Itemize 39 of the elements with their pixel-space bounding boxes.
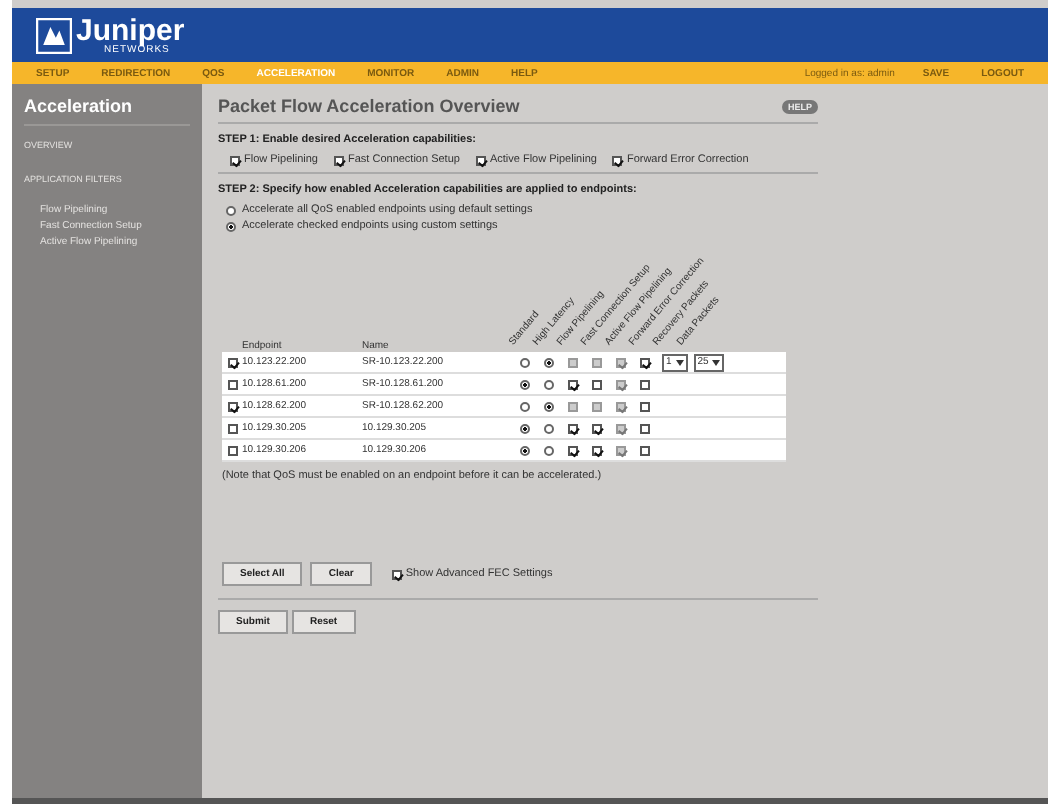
checkbox[interactable] [391,569,402,579]
checkbox[interactable] [639,401,649,411]
radio-button[interactable] [226,205,236,215]
radio-button[interactable] [543,379,553,389]
page-title: Packet Flow Acceleration Overview [218,96,520,116]
checkbox[interactable] [639,445,649,455]
radio-button[interactable] [519,401,529,411]
checkbox[interactable] [591,423,601,433]
checkbox[interactable] [591,379,601,389]
checkbox[interactable] [639,357,649,367]
row-checkbox[interactable] [227,401,237,411]
radio-button[interactable] [519,445,529,455]
row-checkbox[interactable] [227,357,237,367]
row-checkbox[interactable] [227,379,237,389]
logo-icon [36,17,72,53]
checkbox[interactable] [639,379,649,389]
radio-button[interactable] [226,221,236,231]
radio-button[interactable] [543,401,553,411]
caret-icon [675,359,684,365]
radio-button[interactable] [519,423,529,433]
checkbox[interactable] [612,155,623,165]
checkbox[interactable] [567,423,577,433]
checkbox[interactable] [591,445,601,455]
radio-button[interactable] [519,357,529,367]
sidebar-title: Acceleration [24,96,190,126]
caret-icon [712,359,721,365]
checkbox[interactable] [639,423,649,433]
checkbox[interactable] [475,155,486,165]
row-checkbox[interactable] [227,445,237,455]
checkbox[interactable] [230,155,240,165]
checkbox[interactable] [567,445,577,455]
radio-button[interactable] [543,357,553,367]
checkbox[interactable] [567,379,577,389]
logo-text: Juniper [76,15,185,45]
radio-button[interactable] [543,423,553,433]
radio-button[interactable] [543,445,553,455]
checkbox[interactable] [334,155,344,165]
radio-button[interactable] [519,379,529,389]
row-checkbox[interactable] [227,423,237,433]
